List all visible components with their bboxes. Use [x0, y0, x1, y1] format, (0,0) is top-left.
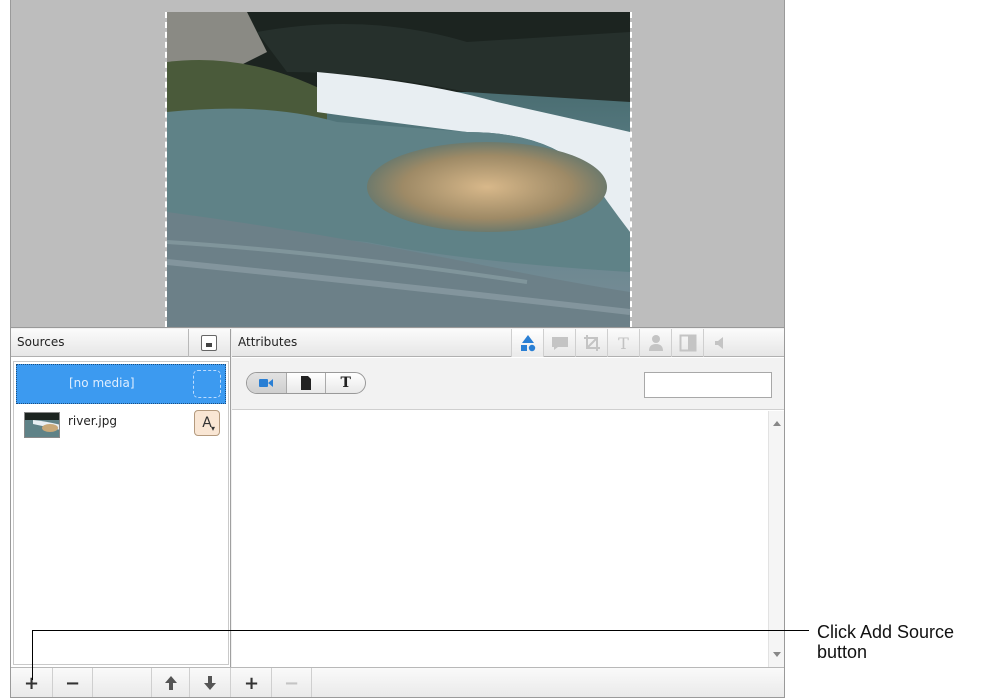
preview-canvas[interactable]: [165, 12, 632, 327]
text-icon[interactable]: T: [607, 329, 639, 357]
source-item-no-media[interactable]: [no media]: [16, 364, 226, 404]
remove-attribute-button[interactable]: −: [272, 668, 312, 697]
source-item-label: river.jpg: [68, 414, 117, 428]
scroll-up-icon[interactable]: [773, 421, 781, 426]
source-item-label: [no media]: [69, 376, 135, 390]
source-action-button[interactable]: A ▾: [194, 410, 220, 436]
sources-title: Sources: [17, 335, 65, 349]
add-attribute-button[interactable]: +: [232, 668, 272, 697]
move-up-button[interactable]: [152, 668, 190, 697]
text-type-label: T: [340, 375, 351, 391]
document-icon[interactable]: [285, 373, 326, 393]
river-thumbnail: [24, 412, 60, 438]
shapes-icon[interactable]: [511, 329, 543, 357]
callout-line: [32, 630, 809, 631]
header-divider: [188, 329, 189, 357]
attributes-panel: Attributes T T: [232, 329, 784, 667]
caption-icon[interactable]: [543, 329, 575, 357]
sources-view-toggle-icon[interactable]: [201, 335, 217, 351]
dropdown-caret-icon: ▾: [210, 424, 215, 433]
attribute-tools: T: [511, 329, 735, 357]
crop-icon[interactable]: [575, 329, 607, 357]
sources-panel: Sources [no media] river.jpg A ▾: [11, 329, 231, 667]
attributes-scrollbar[interactable]: [768, 411, 784, 667]
source-item-river[interactable]: river.jpg A ▾: [16, 406, 226, 446]
remove-source-button[interactable]: −: [53, 668, 93, 697]
sources-header: Sources: [11, 329, 230, 357]
media-editor-window: Sources [no media] river.jpg A ▾ Attribu…: [10, 0, 785, 698]
person-icon[interactable]: [639, 329, 671, 357]
move-down-button[interactable]: [190, 668, 231, 697]
preview-area: [11, 0, 784, 328]
attributes-header: Attributes T: [232, 329, 784, 357]
text-type-button[interactable]: T: [325, 373, 365, 393]
audio-icon[interactable]: [703, 329, 735, 357]
callout-text: Click Add Source button: [817, 622, 955, 662]
callout-pointer: [32, 630, 33, 680]
empty-thumbnail-icon: [193, 370, 221, 398]
scroll-down-icon[interactable]: [773, 652, 781, 657]
arrow-up-icon: [164, 676, 177, 690]
split-icon[interactable]: [671, 329, 703, 357]
bottom-toolbar: + − + −: [11, 667, 784, 697]
attributes-content: [232, 411, 784, 667]
sources-list: [no media] river.jpg A ▾: [13, 361, 229, 665]
attribute-subbar: T: [232, 358, 784, 410]
arrow-down-icon: [204, 676, 216, 690]
river-photo: [167, 12, 630, 327]
video-camera-icon[interactable]: [247, 373, 286, 393]
attribute-search-input[interactable]: [644, 372, 772, 398]
media-type-segmented-control: T: [246, 372, 366, 394]
attributes-title: Attributes: [238, 335, 298, 349]
